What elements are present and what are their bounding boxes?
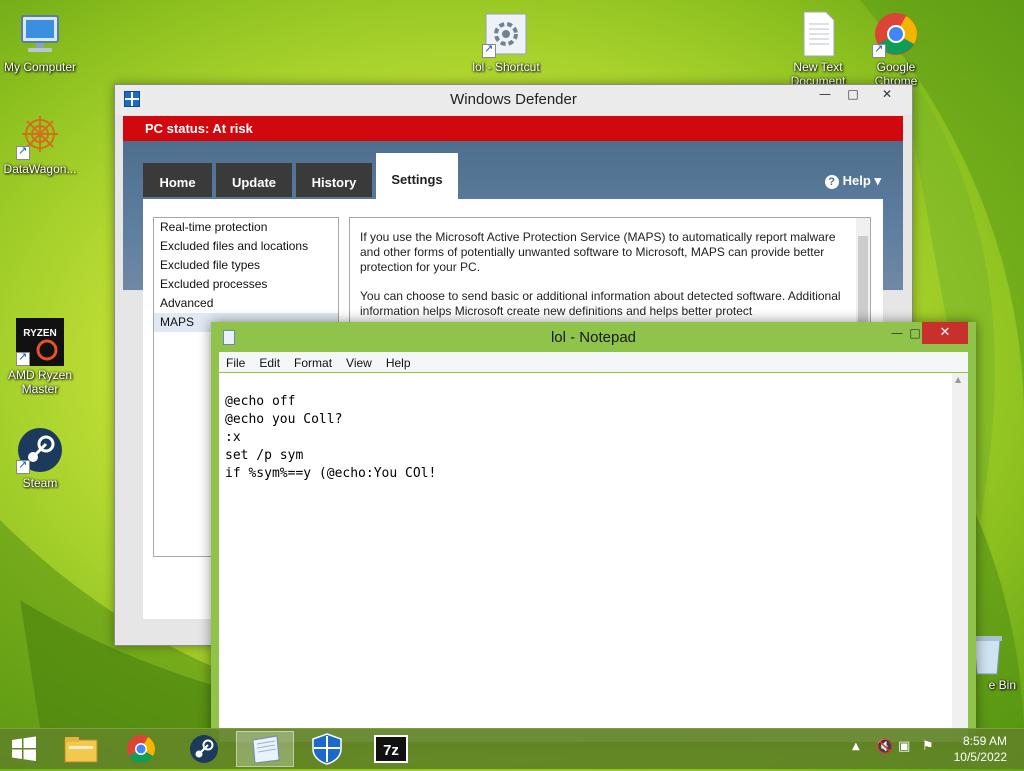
volume-muted-icon[interactable]: 🔇 [876,739,893,755]
batch-file-icon [482,10,530,58]
desktop-icon-lol-shortcut[interactable]: lol - Shortcut [466,10,546,74]
system-tray: ▲ 🔇 ▣ ⚑ 8:59 AM 10/5/2022 [850,729,1024,769]
list-item-advanced[interactable]: Advanced [154,294,338,313]
network-icon[interactable]: ▣ [898,739,910,754]
maximize-button[interactable]: □ [839,85,867,105]
desktop-icon-label: AMD Ryzen Master [7,368,72,396]
content-paragraph: If you use the Microsoft Active Protecti… [360,230,836,274]
list-item-excluded-processes[interactable]: Excluded processes [154,275,338,294]
content-paragraph: You can choose to send basic or addition… [360,289,841,318]
steam-icon [190,735,218,763]
taskbar: 7z ▲ 🔇 ▣ ⚑ 8:59 AM 10/5/2022 [0,728,1024,769]
status-banner: PC status: At risk [123,116,903,141]
close-button[interactable]: ✕ [867,85,907,105]
taskbar-windows-defender[interactable] [298,731,356,767]
start-button[interactable] [0,731,48,767]
code-line: :x [225,430,241,445]
steam-icon [16,426,64,474]
chevron-down-icon: ▾ [874,173,881,188]
title-bar[interactable]: lol - Notepad — □ ✕ [211,322,976,352]
clock-time: 8:59 AM [962,734,1007,748]
menu-view[interactable]: View [339,356,379,370]
file-explorer-icon [64,737,98,763]
tab-history[interactable]: History [296,163,372,197]
code-line: set /p sym [225,448,304,463]
svg-text:RYZEN: RYZEN [23,328,57,339]
list-item-excluded-files[interactable]: Excluded files and locations [154,237,338,256]
code-line: if %sym%==y (@echo:You COl! [225,466,437,481]
pc-status-text: PC status: At risk [145,121,253,136]
help-menu[interactable]: ? Help ▾ [824,173,881,189]
taskbar-notepad[interactable] [236,731,294,767]
notepad-window[interactable]: lol - Notepad — □ ✕ File Edit Format View He… [211,322,976,742]
menu-bar: File Edit Format View Help [219,352,968,372]
notepad-icon [252,735,280,764]
title-bar[interactable]: Windows Defender — □ ✕ [115,85,912,115]
window-title: lol - Notepad [550,329,637,346]
menu-edit[interactable]: Edit [252,356,287,370]
desktop-icon-datawagon[interactable]: DataWagon... [0,112,80,176]
menu-format[interactable]: Format [287,356,339,370]
help-icon: ? [824,175,839,189]
chrome-icon [127,735,155,763]
close-button[interactable]: ✕ [922,322,968,344]
tab-home[interactable]: Home [143,163,212,197]
taskbar-7zip[interactable]: 7z [362,731,420,767]
scrollbar-thumb[interactable] [858,236,868,326]
shortcut-arrow-icon [16,144,30,160]
taskbar-file-explorer[interactable] [52,731,110,767]
desktop-icon-label: DataWagon... [3,162,77,176]
datawagon-icon [16,112,64,160]
7zip-icon: 7z [374,735,408,763]
computer-icon [16,10,64,58]
shortcut-arrow-icon [872,42,886,58]
desktop-icon-my-computer[interactable]: My Computer [0,10,80,74]
windows-start-icon [12,736,36,761]
taskbar-chrome[interactable] [112,731,170,767]
text-document-icon [794,10,842,58]
taskbar-steam[interactable] [175,731,233,767]
shortcut-arrow-icon [482,42,496,58]
code-line: @echo you Coll? [225,412,343,427]
desktop-icon-amd-ryzen-master[interactable]: RYZEN AMD Ryzen Master [0,318,80,396]
list-item-real-time-protection[interactable]: Real-time protection [154,218,338,237]
tab-update[interactable]: Update [216,163,292,197]
vertical-scrollbar[interactable] [952,373,968,742]
menu-file[interactable]: File [219,356,252,370]
ryzen-icon: RYZEN [16,318,64,366]
clock[interactable]: 8:59 AM 10/5/2022 [954,733,1007,765]
desktop-icon-steam[interactable]: Steam [0,426,80,490]
windows-defender-icon [312,733,342,765]
desktop-icon-label: My Computer [3,60,77,74]
desktop-icon-google-chrome[interactable]: Google Chrome [856,10,936,88]
desktop-icon-new-text-document[interactable]: New Text Document [778,10,858,88]
window-title: Windows Defender [450,91,577,108]
show-hidden-icons-button[interactable]: ▲ [852,741,860,752]
text-editor[interactable]: @echo off @echo you Coll? :x set /p sym if %… [219,373,968,742]
desktop-icon-label: lol - Shortcut [472,60,540,74]
tab-settings[interactable]: Settings [376,153,458,199]
shortcut-arrow-icon [16,350,30,366]
svg-text:7z: 7z [383,742,399,759]
action-center-icon[interactable]: ⚑ [922,739,934,754]
chrome-icon [872,10,920,58]
menu-help[interactable]: Help [379,356,418,370]
clock-date: 10/5/2022 [953,750,1007,764]
shortcut-arrow-icon [16,458,30,474]
desktop-icon-label: Steam [22,476,58,490]
code-line: @echo off [225,394,296,409]
minimize-button[interactable]: — [811,85,839,105]
list-item-excluded-file-types[interactable]: Excluded file types [154,256,338,275]
